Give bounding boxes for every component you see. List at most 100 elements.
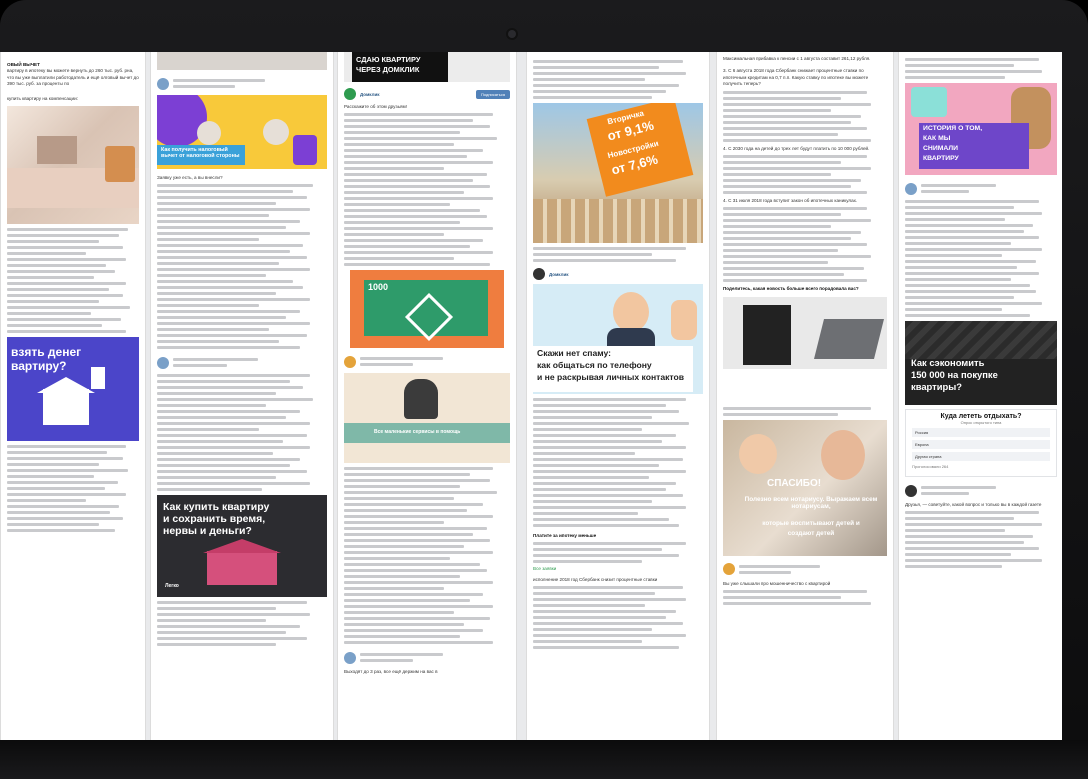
post-header — [344, 650, 510, 665]
avatar[interactable] — [157, 356, 169, 369]
article-paragraph: 3. С 6 августа 2018 года Сбербанк снижае… — [723, 68, 869, 87]
text-lines — [723, 207, 887, 283]
buy-apartment-banner[interactable]: Как купить квартиру и сохранить время, н… — [157, 495, 327, 598]
feed-column-3[interactable]: СДАЮ КВАРТИРУ ЧЕРЕЗ ДОМКЛИК Домклик Подпи… — [337, 52, 517, 740]
text-lines — [533, 586, 703, 650]
house-illustration — [207, 551, 277, 586]
banner-caption: Полезно всем нотариусу. Выражаем всем но… — [744, 495, 878, 510]
text-lines — [905, 200, 1057, 317]
roof-shape — [37, 377, 95, 394]
text-lines — [723, 90, 887, 142]
child-face — [739, 433, 777, 474]
thanks-title: СПАСИБО! — [767, 477, 822, 489]
banner-line: СДАЮ КВАРТИРУ — [356, 55, 421, 64]
poll-title: Куда лететь отдыхать? — [940, 413, 1022, 420]
text-lines — [344, 113, 510, 267]
avatar[interactable] — [157, 77, 169, 90]
building-facade — [533, 199, 703, 243]
armchair-shape — [105, 146, 135, 183]
poll-option[interactable]: Европа — [912, 440, 1050, 449]
office-photo[interactable]: Все маленькие сервисы в помощь — [344, 373, 510, 464]
avatar[interactable] — [344, 355, 356, 368]
savings-banner[interactable]: Как сэкономить 150 000 на покупке кварти… — [905, 321, 1057, 405]
subscribe-button[interactable]: Подписаться — [476, 89, 510, 99]
post-text: Выходят до 3 раз, все ещё держим на вас … — [344, 669, 438, 675]
text-lines — [533, 398, 703, 527]
poll-option[interactable]: Россия — [912, 428, 1050, 437]
post-lead: Заявку уже есть, а вы внесли? — [157, 175, 223, 180]
banner-line: квартиры? — [911, 381, 962, 392]
text-lines — [533, 247, 703, 262]
feed-column-4[interactable]: Вторичка от 9,1% Новостройки от 7,6% Дом… — [526, 52, 710, 740]
post-header: Домклик Подписаться — [344, 88, 510, 100]
highlight-link[interactable]: Все заявки — [533, 566, 703, 572]
webcam — [508, 30, 516, 38]
banner-line: и сохранить время, — [163, 513, 266, 526]
poll-widget[interactable]: Куда лететь отдыхать? Опрос открытого ти… — [905, 409, 1057, 477]
banner-line: вартиру? — [11, 359, 67, 374]
money-card-image[interactable]: 1000 — [350, 270, 504, 349]
keys-pattern — [905, 321, 1057, 359]
feed-column-2[interactable]: Как получить налоговый вычет от налогово… — [150, 52, 334, 740]
person-avatar — [197, 121, 221, 145]
text-lines — [723, 155, 887, 195]
post-lead: Расскажите об этом друзьям! — [344, 104, 407, 109]
ipoteka-rates-banner[interactable]: Вторичка от 9,1% Новостройки от 7,6% — [533, 103, 703, 243]
text-lines — [344, 467, 510, 645]
feed-column-5[interactable]: Максимальная прибавка к пенсии с 1 авгус… — [716, 52, 894, 740]
text-lines — [533, 542, 703, 564]
text-lines — [157, 374, 327, 492]
article-paragraph: 4. С 2030 года на детей до трех лет буду… — [723, 145, 870, 151]
post-header — [905, 181, 1057, 196]
family-photo[interactable]: СПАСИБО! Полезно всем нотариусу. Выражае… — [723, 419, 887, 556]
banner-line: нервы и деньги? — [163, 525, 252, 538]
purple-shape — [293, 135, 317, 165]
avatar[interactable] — [905, 484, 917, 497]
banner-line: Как сэкономить — [911, 357, 985, 368]
domclick-avatar[interactable] — [533, 268, 545, 280]
person-shape — [404, 379, 438, 420]
avatar[interactable] — [723, 563, 735, 576]
laptop-hands-photo[interactable] — [723, 296, 887, 403]
phone-banner[interactable]: Как получить налоговый вычет от налогово… — [157, 95, 327, 169]
desk-surface — [723, 368, 887, 403]
post-header — [157, 76, 327, 91]
rent-story-banner[interactable]: ИСТОРИЯ О ТОМ, КАК МЫ СНИМАЛИ КВАРТИРУ — [905, 83, 1057, 175]
avatar[interactable] — [905, 182, 917, 195]
banner-caption: создают детей — [787, 529, 835, 537]
spam-banner[interactable]: Скажи нет спаму: как общаться по телефон… — [533, 284, 703, 394]
avatar[interactable] — [344, 651, 356, 664]
banner-line: взять денег — [11, 345, 82, 360]
poll-subtitle: Опрос открытого типа — [960, 420, 1002, 425]
post-text: Вы уже слышали про мошенничество с кварт… — [723, 580, 831, 586]
poll-option[interactable]: Другая страна — [912, 452, 1050, 461]
feed-column-6[interactable]: ИСТОРИЯ О ТОМ, КАК МЫ СНИМАЛИ КВАРТИРУ К… — [898, 52, 1062, 740]
loan-banner[interactable]: взять денег вартиру? — [7, 337, 139, 442]
adult-face — [821, 429, 865, 480]
person-side — [671, 300, 697, 340]
banner-line: Как купить квартиру — [163, 501, 270, 514]
house-icon — [43, 389, 89, 426]
banner-line: 150 000 на покупке — [911, 369, 998, 380]
phone-shape — [743, 304, 791, 365]
bedroom-photo[interactable] — [7, 106, 139, 225]
text-lines — [7, 445, 139, 533]
banner-line: КАК МЫ — [923, 135, 951, 142]
post-text: Друзья, — советуйте, какой вопрос и толь… — [905, 502, 1042, 507]
photo-caption: Все маленькие сервисы в помощь — [374, 429, 461, 436]
feed-column-1[interactable]: ОВЫЙ ВЫЧЕТ вартиру в ипотеку вы можете в… — [0, 52, 146, 740]
text-lines — [157, 601, 327, 647]
post-author[interactable]: Домклик — [360, 92, 379, 97]
article-paragraph: вартиру в ипотеку вы можете вернуть до 2… — [7, 68, 139, 87]
post-header — [905, 483, 1057, 498]
banner-caption: которые воспитывают детей и — [762, 519, 860, 527]
article-paragraph: купить квартиру на компенсации: — [7, 95, 78, 101]
text-lines — [533, 60, 703, 99]
post-author[interactable]: Домклик — [549, 272, 568, 277]
domclick-banner[interactable]: СДАЮ КВАРТИРУ ЧЕРЕЗ ДОМКЛИК — [344, 52, 510, 82]
banner-line: ИСТОРИЯ О ТОМ, — [923, 125, 983, 132]
envelope-icon — [911, 87, 947, 117]
person-avatar — [263, 119, 289, 145]
domclick-avatar[interactable] — [344, 88, 356, 100]
poll-footer: Проголосовали 264 — [912, 464, 949, 469]
